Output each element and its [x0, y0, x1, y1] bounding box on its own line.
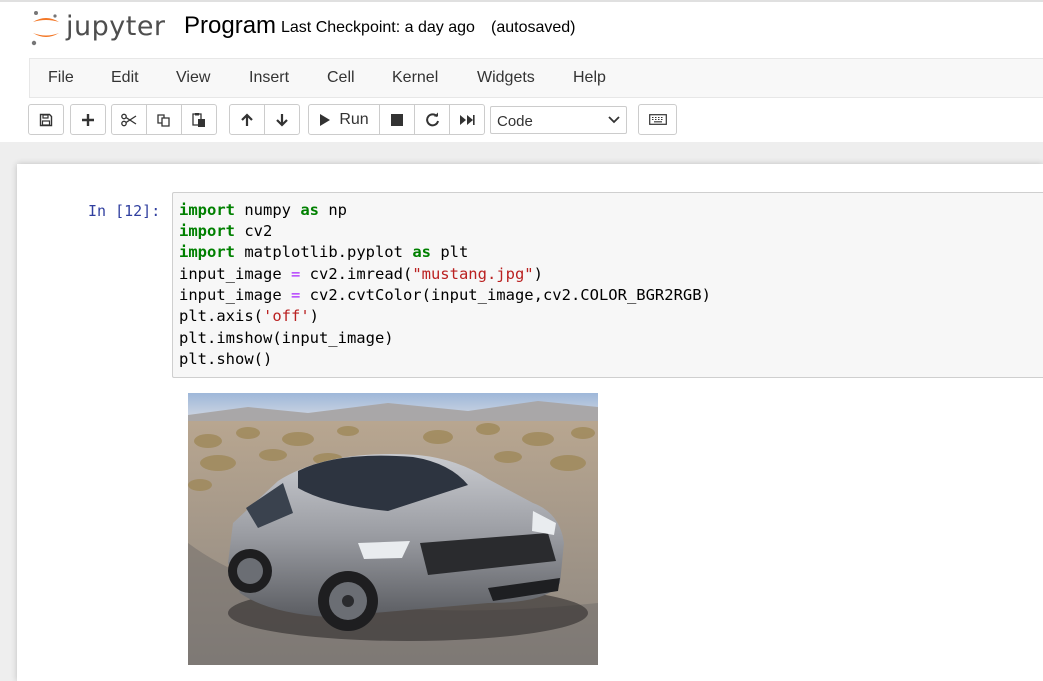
move-up-button[interactable] [229, 104, 265, 135]
menu-view[interactable]: View [176, 69, 210, 87]
restart-button[interactable] [414, 104, 450, 135]
stop-icon [391, 113, 403, 126]
toolbar-group-insert [70, 104, 106, 135]
move-down-button[interactable] [264, 104, 300, 135]
autosave-status: (autosaved) [491, 19, 576, 36]
code-line: plt.show() [179, 350, 273, 368]
code-cell-input[interactable]: import numpy as np import cv2 import mat… [172, 192, 1043, 378]
toolbar-group-run: Run [308, 104, 485, 135]
jupyter-logo-icon [31, 11, 59, 46]
play-icon [320, 113, 331, 126]
output-image-mustang [188, 393, 598, 665]
menu-widgets[interactable]: Widgets [477, 69, 535, 87]
run-button[interactable]: Run [308, 104, 380, 135]
plus-icon [82, 113, 94, 126]
restart-icon [425, 112, 439, 127]
code-line: input_image = cv2.imread("mustang.jpg") [179, 265, 543, 283]
save-icon [39, 113, 53, 126]
jupyter-logo[interactable]: jupyter [30, 8, 170, 48]
chevron-down-icon [608, 116, 620, 124]
code-line: import cv2 [179, 222, 273, 240]
car-photo [188, 393, 598, 665]
input-prompt: In [12]: [88, 202, 161, 220]
code-line: import numpy as np [179, 201, 347, 219]
save-button[interactable] [28, 104, 64, 135]
checkpoint-status: Last Checkpoint: a day ago [281, 19, 475, 36]
keyboard-icon [648, 114, 667, 125]
code-line: plt.imshow(input_image) [179, 329, 394, 347]
fast-forward-icon [460, 114, 475, 125]
copy-icon [157, 113, 170, 127]
paste-icon [192, 112, 205, 127]
code-line: plt.axis('off') [179, 307, 320, 325]
menu-edit[interactable]: Edit [111, 69, 139, 87]
notebook-title[interactable]: Program [184, 12, 276, 40]
toolbar-group-keyboard [638, 104, 677, 135]
cell-type-select[interactable]: Code [490, 106, 627, 134]
paste-button[interactable] [181, 104, 217, 135]
cut-button[interactable] [111, 104, 147, 135]
scissors-icon [121, 113, 137, 126]
arrow-down-icon [276, 113, 288, 127]
logo-text: jupyter [66, 11, 166, 42]
menu-insert[interactable]: Insert [249, 69, 289, 87]
menu-kernel[interactable]: Kernel [392, 69, 438, 87]
code-line: input_image = cv2.cvtColor(input_image,c… [179, 286, 711, 304]
interrupt-button[interactable] [379, 104, 415, 135]
run-all-button[interactable] [449, 104, 485, 135]
arrow-up-icon [241, 112, 253, 126]
insert-cell-button[interactable] [70, 104, 106, 135]
toolbar-group-save [28, 104, 64, 135]
menu-file[interactable]: File [48, 69, 74, 87]
notebook-background [0, 142, 1043, 164]
header: jupyter Program Last Checkpoint: a day a… [0, 0, 1043, 142]
menubar: File Edit View Insert Cell Kernel Widget… [29, 58, 1043, 98]
code-line: import matplotlib.pyplot as plt [179, 243, 469, 261]
run-label: Run [339, 110, 369, 128]
cell-type-value: Code [497, 113, 533, 130]
top-border [0, 0, 1043, 2]
toolbar-group-move [229, 104, 300, 135]
toolbar-group-edit [111, 104, 217, 135]
copy-button[interactable] [146, 104, 182, 135]
menu-help[interactable]: Help [573, 69, 606, 87]
menu-cell[interactable]: Cell [327, 69, 355, 87]
command-palette-button[interactable] [638, 104, 677, 135]
